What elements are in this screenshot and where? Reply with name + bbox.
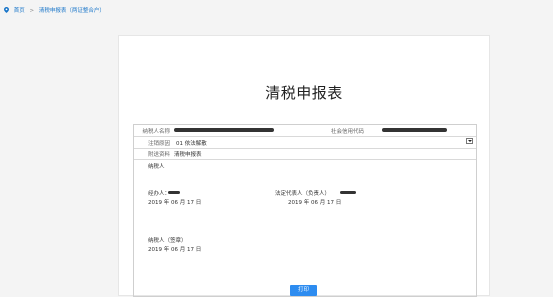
seal-label: 纳税人（签章） xyxy=(148,238,187,244)
taxpayer-name-label: 纳税人名称 xyxy=(142,129,170,135)
taxpayer-heading: 纳税人 xyxy=(148,164,165,170)
breadcrumb: 首页 > 清税申报表（两证整合户） xyxy=(0,0,553,22)
attachment-label: 附送资料 xyxy=(147,152,170,158)
taxpayer-name-value-redacted xyxy=(174,128,274,132)
form-card: 清税申报表 纳税人名称 社会信用代码 注销原因 01 依法解散 附送资料 清税申… xyxy=(118,35,490,297)
credit-code-label: 社会信用代码 xyxy=(330,129,364,135)
print-button[interactable]: 打印 xyxy=(290,285,317,296)
handler-name-redacted xyxy=(168,191,180,194)
legal-rep-name-redacted xyxy=(340,191,356,194)
seal-date: 2019 年 06 月 17 日 xyxy=(148,247,202,253)
handler-label: 经办人： xyxy=(148,191,171,197)
credit-code-value-redacted xyxy=(382,128,447,132)
chevron-down-icon[interactable] xyxy=(466,138,473,144)
row-attachment: 附送资料 清税申报表 xyxy=(134,148,476,160)
legal-rep-date: 2019 年 06 月 17 日 xyxy=(288,200,342,206)
reason-select[interactable]: 01 依法解散 xyxy=(176,139,207,147)
legal-rep-label: 法定代表人（负责人） xyxy=(275,191,331,197)
tax-clearance-form: 纳税人名称 社会信用代码 注销原因 01 依法解散 附送资料 清税申报表 纳税人… xyxy=(133,124,477,297)
breadcrumb-separator: > xyxy=(29,8,35,14)
breadcrumb-current[interactable]: 清税申报表（两证整合户） xyxy=(39,8,105,14)
reason-label: 注销原因 xyxy=(147,141,170,147)
attachment-value: 清税申报表 xyxy=(174,152,202,158)
breadcrumb-home[interactable]: 首页 xyxy=(14,8,25,14)
handler-date: 2019 年 06 月 17 日 xyxy=(148,200,202,206)
location-pin-icon xyxy=(4,7,9,13)
page-title: 清税申报表 xyxy=(265,84,343,102)
